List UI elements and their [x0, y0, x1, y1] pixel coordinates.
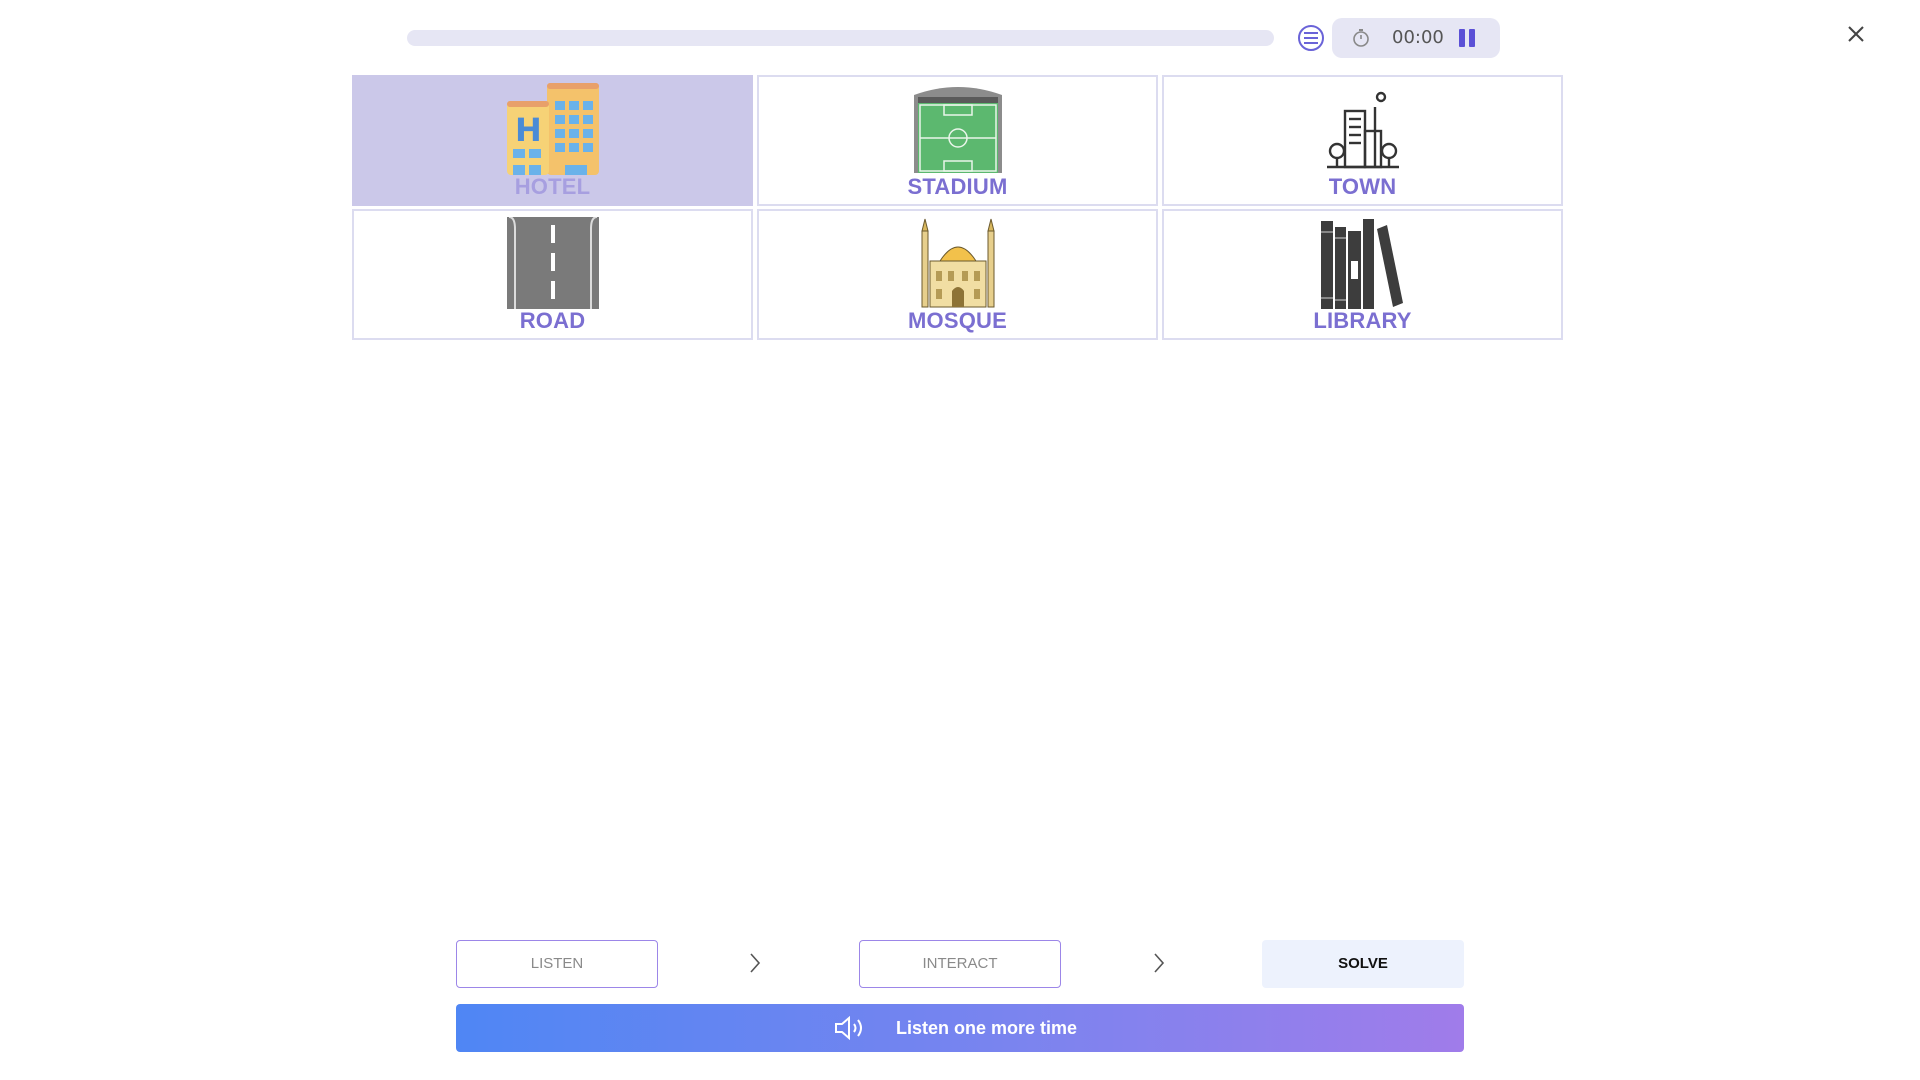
- road-icon: [506, 217, 599, 309]
- close-button[interactable]: [1846, 24, 1866, 49]
- option-stadium[interactable]: STADIUM: [757, 75, 1158, 206]
- progress-bar: [407, 30, 1274, 46]
- timer-value: 00:00: [1392, 27, 1444, 48]
- option-hotel[interactable]: H HOTEL: [352, 75, 753, 206]
- option-label: MOSQUE: [908, 308, 1007, 333]
- option-mosque[interactable]: MOSQUE: [757, 209, 1158, 340]
- list-icon: [1304, 32, 1318, 44]
- library-icon: [1320, 219, 1403, 309]
- option-label: TOWN: [1328, 174, 1397, 199]
- svg-text:H: H: [515, 111, 542, 149]
- listen-again-button[interactable]: Listen one more time: [456, 1004, 1464, 1052]
- options-grid: H HOTEL STADIUM TOWN ROAD MOSQUE LIBRARY: [352, 75, 1568, 342]
- stadium-icon: [913, 87, 1002, 173]
- pause-button[interactable]: [1459, 29, 1479, 52]
- list-button[interactable]: [1298, 25, 1324, 51]
- option-label: HOTEL: [514, 174, 591, 199]
- listen-again-label: Listen one more time: [896, 1018, 1078, 1038]
- solve-step-button[interactable]: SOLVE: [1262, 940, 1464, 988]
- timer-panel: 00:00: [1332, 18, 1500, 58]
- option-label: LIBRARY: [1313, 308, 1412, 333]
- option-library[interactable]: LIBRARY: [1162, 209, 1563, 340]
- pause-icon-bar: [1469, 29, 1475, 47]
- option-town[interactable]: TOWN: [1162, 75, 1563, 206]
- chevron-right-icon: [1154, 953, 1165, 973]
- chevron-right-icon: [750, 953, 761, 973]
- option-label: STADIUM: [907, 174, 1008, 199]
- interact-step-button[interactable]: INTERACT: [859, 940, 1061, 988]
- stopwatch-icon: [1353, 29, 1369, 47]
- close-icon: [1848, 26, 1864, 42]
- option-road[interactable]: ROAD: [352, 209, 753, 340]
- hotel-icon: H: [506, 83, 599, 175]
- step-indicator: LISTEN INTERACT SOLVE: [456, 940, 1464, 988]
- listen-step-button[interactable]: LISTEN: [456, 940, 658, 988]
- town-icon: [1326, 91, 1399, 169]
- pause-icon: [1459, 29, 1465, 47]
- mosque-icon: [920, 218, 995, 308]
- option-label: ROAD: [519, 308, 586, 333]
- speaker-icon: [835, 1016, 862, 1040]
